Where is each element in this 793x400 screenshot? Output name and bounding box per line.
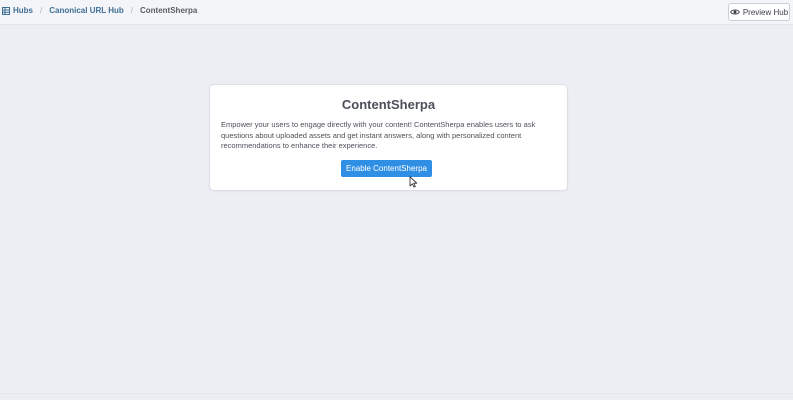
- breadcrumb-canonical-url-hub[interactable]: Canonical URL Hub: [49, 6, 124, 16]
- breadcrumb-separator: /: [130, 6, 133, 15]
- contentsherpa-card: ContentSherpa Empower your users to enga…: [209, 84, 568, 191]
- card-title: ContentSherpa: [341, 97, 436, 112]
- breadcrumb-hubs-label: Hubs: [13, 6, 33, 15]
- preview-hub-button[interactable]: Preview Hub: [728, 3, 790, 21]
- card-description: Empower your users to engage directly wi…: [221, 120, 536, 150]
- breadcrumb-separator: /: [40, 6, 43, 15]
- preview-hub-label: Preview Hub: [742, 7, 789, 17]
- breadcrumb: Hubs / Canonical URL Hub / ContentSherpa: [2, 6, 197, 16]
- mouse-cursor-icon: [409, 176, 418, 188]
- breadcrumb-current: ContentSherpa: [140, 6, 198, 15]
- grid-icon: [2, 7, 10, 15]
- breadcrumb-hubs[interactable]: Hubs: [2, 6, 33, 16]
- bottom-divider: [0, 393, 793, 400]
- enable-contentsherpa-button[interactable]: Enable ContentSherpa: [341, 160, 432, 177]
- top-bar: Hubs / Canonical URL Hub / ContentSherpa…: [0, 0, 793, 25]
- eye-icon: [729, 9, 740, 15]
